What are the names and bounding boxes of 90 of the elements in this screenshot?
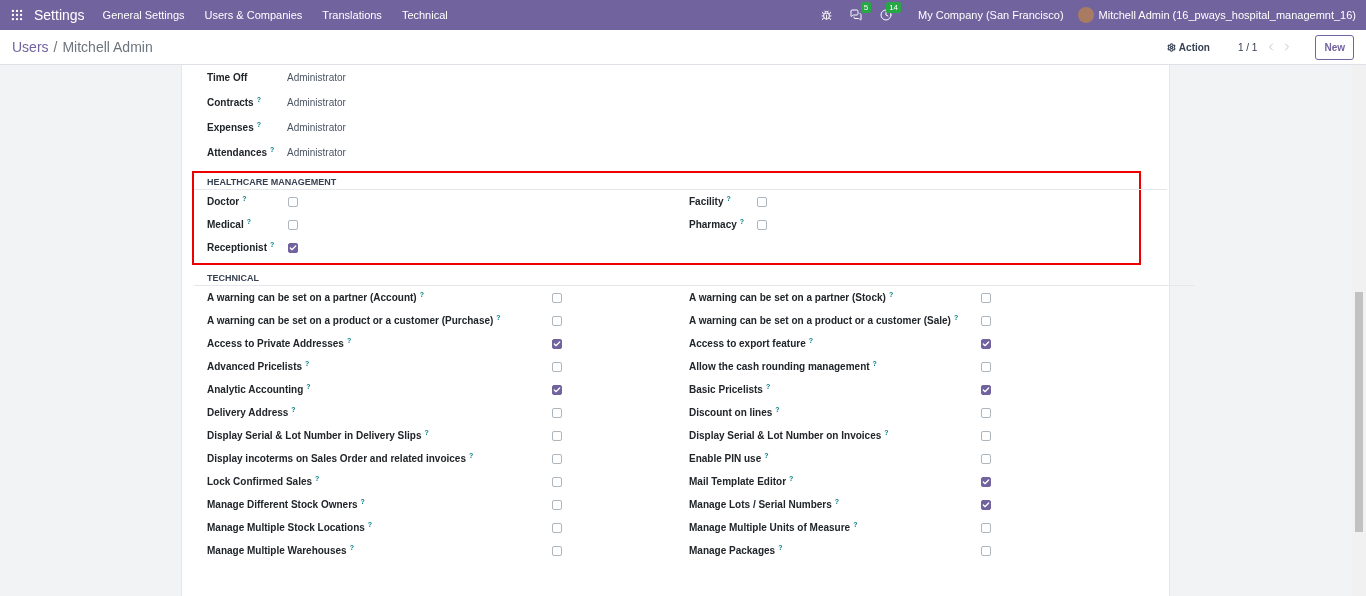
gear-icon — [1166, 42, 1176, 52]
field-label: Time Off — [207, 72, 249, 83]
message-count: 5 — [860, 2, 872, 13]
field-label: Manage Multiple Units of Measure $^{?}$ — [689, 521, 859, 534]
checkbox[interactable] — [288, 196, 298, 207]
checkbox[interactable] — [981, 545, 991, 556]
checkbox[interactable] — [552, 407, 562, 418]
menu-item[interactable]: General Settings — [102, 9, 185, 21]
app-name[interactable]: Settings — [34, 7, 85, 23]
checkbox[interactable] — [552, 338, 562, 349]
checkbox[interactable] — [757, 196, 767, 207]
checkbox[interactable] — [981, 315, 991, 326]
field-label: A warning can be set on a product or a customer (Sale) $^{?}$ — [689, 314, 960, 327]
pager-value[interactable]: 1 / 1 — [1237, 41, 1258, 53]
field-label: Mail Template Editor $^{?}$ — [689, 475, 795, 488]
checkbox[interactable] — [552, 453, 562, 464]
field-label: Attendances $^{?}$ — [207, 146, 276, 159]
chat-icon[interactable] — [850, 9, 863, 21]
checkbox[interactable] — [981, 407, 991, 418]
field-label: Manage Packages $^{?}$ — [689, 544, 784, 557]
checkbox[interactable] — [552, 292, 562, 303]
section-title: HEALTHCARE MANAGEMENT — [194, 173, 1167, 190]
field-label: Doctor $^{?}$ — [207, 195, 248, 208]
company-switcher[interactable]: My Company (San Francisco) — [918, 9, 1064, 21]
checkbox[interactable] — [981, 292, 991, 303]
checkbox[interactable] — [981, 361, 991, 372]
menu-item[interactable]: Users & Companies — [204, 9, 303, 21]
field-label: Receptionist $^{?}$ — [207, 241, 276, 254]
new-button[interactable]: New — [1315, 34, 1354, 60]
section-title: TECHNICAL — [194, 269, 1195, 286]
field-label: Enable PIN use $^{?}$ — [689, 452, 770, 465]
field-value[interactable]: Administrator — [287, 72, 1129, 83]
breadcrumb-separator: / — [53, 39, 58, 55]
scrollbar[interactable] — [1352, 65, 1366, 596]
field-label: Display Serial & Lot Number in Delivery Slips $^{?}$ — [207, 429, 430, 442]
field-label: Access to export feature $^{?}$ — [689, 337, 814, 350]
checkbox[interactable] — [552, 522, 562, 533]
checkbox[interactable] — [981, 522, 991, 533]
field-label: Facility $^{?}$ — [689, 195, 732, 208]
breadcrumb-current: Mitchell Admin — [62, 39, 153, 55]
field-label: A warning can be set on a product or a customer (Purchase) $^{?}$ — [207, 314, 502, 327]
checkbox[interactable] — [552, 384, 562, 395]
field-label: Medical $^{?}$ — [207, 218, 252, 231]
checkbox[interactable] — [552, 361, 562, 372]
menu-item[interactable]: Technical — [401, 9, 448, 21]
field-label: Manage Different Stock Owners $^{?}$ — [207, 498, 366, 511]
field-label: Expenses $^{?}$ — [207, 121, 262, 134]
field-value[interactable]: Administrator — [287, 122, 1129, 133]
field-label: Pharmacy $^{?}$ — [689, 218, 746, 231]
activity-count: 14 — [886, 2, 902, 13]
apps-menu-icon[interactable] — [10, 8, 24, 22]
checkbox[interactable] — [552, 499, 562, 510]
checkbox[interactable] — [981, 476, 991, 487]
checkbox[interactable] — [288, 219, 298, 230]
field-value[interactable]: Administrator — [287, 97, 1129, 108]
field-label: Delivery Address $^{?}$ — [207, 406, 297, 419]
field-label: Allow the cash rounding management $^{?}$ — [689, 360, 878, 373]
field-label: Analytic Accounting $^{?}$ — [207, 383, 312, 396]
menu-item[interactable]: Translations — [322, 9, 382, 21]
checkbox[interactable] — [552, 545, 562, 556]
field-label: Manage Lots / Serial Numbers $^{?}$ — [689, 498, 841, 511]
action-button[interactable]: Action — [1166, 41, 1210, 53]
checkbox[interactable] — [981, 430, 991, 441]
checkbox[interactable] — [981, 338, 991, 349]
checkbox[interactable] — [552, 476, 562, 487]
user-avatar[interactable] — [1077, 7, 1094, 23]
field-label: Display Serial & Lot Number on Invoices $^{?}$ — [689, 429, 890, 442]
breadcrumb-link[interactable]: Users — [12, 39, 49, 55]
bug-icon[interactable] — [821, 9, 833, 21]
field-label: Display incoterms on Sales Order and related invoices $^{?}$ — [207, 452, 475, 465]
checkbox[interactable] — [981, 453, 991, 464]
checkbox[interactable] — [552, 315, 562, 326]
clock-icon[interactable] — [880, 9, 893, 21]
checkbox[interactable] — [757, 219, 767, 230]
user-menu[interactable]: Mitchell Admin (16_pways_hospital_managemnt_16) — [1098, 9, 1356, 21]
field-label: Manage Multiple Stock Locations $^{?}$ — [207, 521, 374, 534]
field-label: Lock Confirmed Sales $^{?}$ — [207, 475, 321, 488]
checkbox[interactable] — [288, 242, 298, 253]
field-label: Discount on lines $^{?}$ — [689, 406, 781, 419]
field-label: Contracts $^{?}$ — [207, 96, 262, 109]
field-label: Access to Private Addresses $^{?}$ — [207, 337, 353, 350]
checkbox[interactable] — [981, 384, 991, 395]
field-value[interactable]: Administrator — [287, 147, 1129, 158]
checkbox[interactable] — [981, 499, 991, 510]
checkbox[interactable] — [552, 430, 562, 441]
field-label: A warning can be set on a partner (Account) $^{?}$ — [207, 291, 425, 304]
field-label: Basic Pricelists $^{?}$ — [689, 383, 772, 396]
field-label: A warning can be set on a partner (Stock) $^{?}$ — [689, 291, 895, 304]
field-label: Advanced Pricelists $^{?}$ — [207, 360, 311, 373]
field-label: Manage Multiple Warehouses $^{?}$ — [207, 544, 355, 557]
